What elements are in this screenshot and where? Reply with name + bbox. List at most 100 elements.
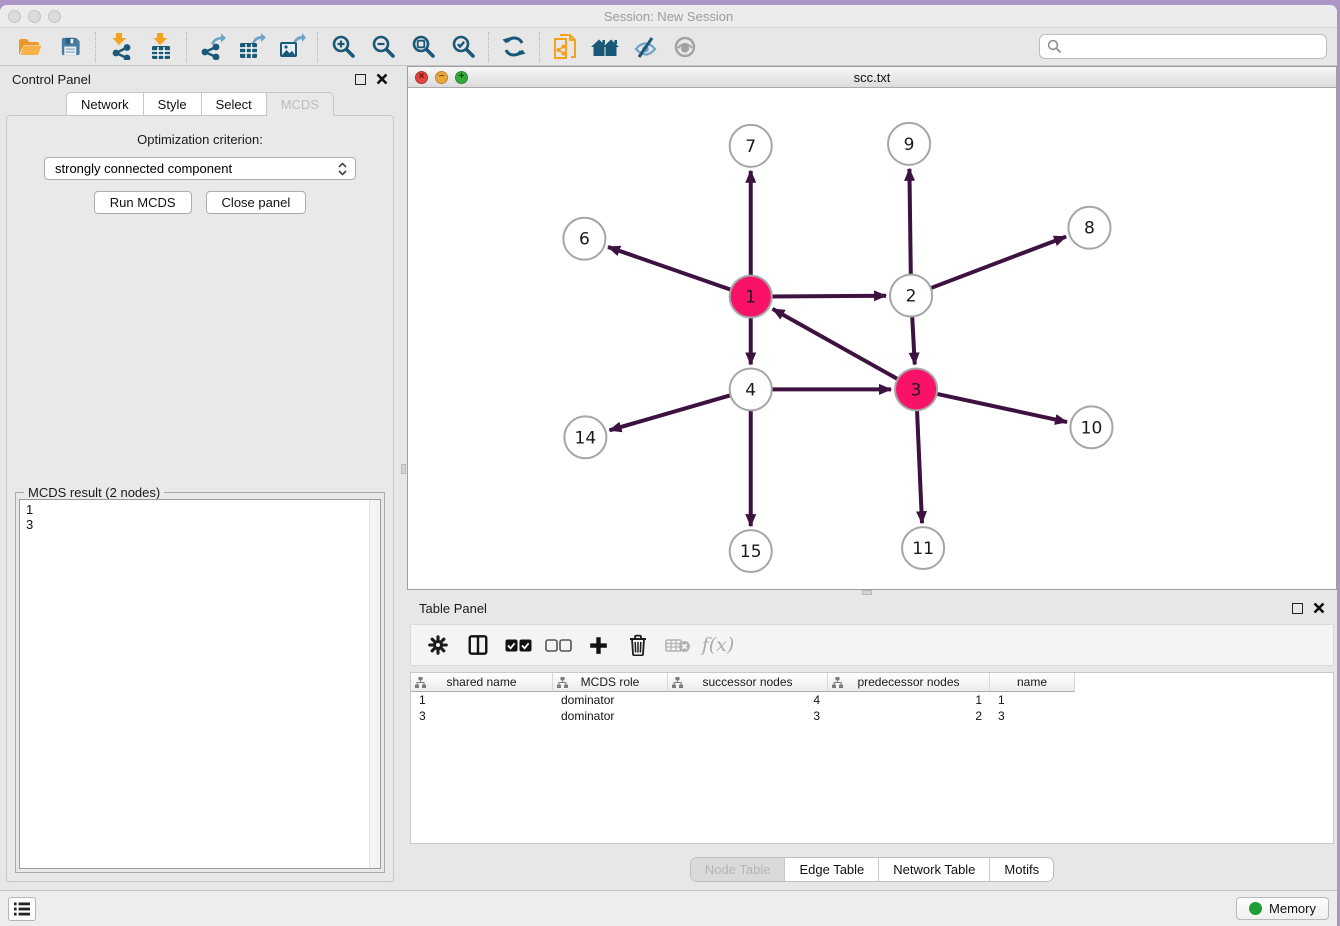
column-header-predecessor-nodes[interactable]: predecessor nodes <box>828 673 990 692</box>
hide-selected-button[interactable] <box>625 31 665 63</box>
table-row[interactable]: 3dominator323 <box>411 708 1333 724</box>
zoom-fit-button[interactable] <box>403 31 443 63</box>
network-canvas[interactable]: 7 9 6 8 1 2 4 3 14 10 15 11 <box>408 88 1336 589</box>
graph-edge-2-9[interactable] <box>909 169 910 277</box>
graph-edge-1-2[interactable] <box>770 296 886 297</box>
close-table-panel-icon[interactable] <box>1313 602 1325 614</box>
splitter-grip[interactable] <box>862 590 872 595</box>
save-session-button[interactable] <box>50 31 90 63</box>
graph-edge-3-11[interactable] <box>917 408 922 523</box>
column-header-mcds-role[interactable]: MCDS role <box>553 673 668 692</box>
tab-network-table[interactable]: Network Table <box>878 858 989 881</box>
zoom-in-button[interactable] <box>323 31 363 63</box>
tab-node-table[interactable]: Node Table <box>691 858 785 881</box>
delete-table-button[interactable] <box>663 630 693 660</box>
tab-motifs[interactable]: Motifs <box>989 858 1053 881</box>
export-table-button[interactable] <box>232 31 272 63</box>
graph-node-8[interactable]: 8 <box>1068 207 1110 249</box>
tab-select[interactable]: Select <box>202 92 267 116</box>
show-columns-button[interactable] <box>463 630 493 660</box>
graph-node-3[interactable]: 3 <box>895 368 937 410</box>
graph-edge-2-3[interactable] <box>912 315 915 365</box>
table-cell[interactable]: 2 <box>828 709 990 723</box>
tab-network[interactable]: Network <box>66 92 144 116</box>
zoom-out-button[interactable] <box>363 31 403 63</box>
network-graph[interactable]: 7 9 6 8 1 2 4 3 14 10 15 11 <box>408 88 1336 589</box>
table-cell[interactable]: 1 <box>411 693 553 707</box>
criterion-select[interactable]: strongly connected component <box>44 157 356 180</box>
graph-node-2[interactable]: 2 <box>890 275 932 317</box>
search-field[interactable] <box>1039 34 1327 59</box>
graph-edge-4-14[interactable] <box>609 395 732 431</box>
horizontal-splitter[interactable] <box>407 590 1337 595</box>
memory-label: Memory <box>1269 901 1316 916</box>
table-cell[interactable]: dominator <box>553 709 668 723</box>
graph-node-10[interactable]: 10 <box>1070 406 1112 448</box>
first-neighbors-button[interactable] <box>585 31 625 63</box>
table-settings-button[interactable] <box>423 630 453 660</box>
task-history-button[interactable] <box>8 897 36 921</box>
select-all-columns-button[interactable] <box>503 630 533 660</box>
delete-column-button[interactable] <box>623 630 653 660</box>
graph-node-6[interactable]: 6 <box>563 218 605 260</box>
zoom-selected-button[interactable] <box>443 31 483 63</box>
network-maximize-button[interactable]: + <box>455 71 468 84</box>
deselect-all-columns-button[interactable] <box>543 630 573 660</box>
graph-edge-1-6[interactable] <box>608 247 733 290</box>
table-cell[interactable]: 3 <box>411 709 553 723</box>
tab-edge-table[interactable]: Edge Table <box>784 858 878 881</box>
export-network-button[interactable] <box>192 31 232 63</box>
table-cell[interactable]: 1 <box>990 693 1075 707</box>
import-table-button[interactable] <box>141 31 181 63</box>
run-mcds-button[interactable]: Run MCDS <box>94 191 192 214</box>
node-table: shared nameMCDS rolesuccessor nodesprede… <box>410 672 1334 844</box>
search-input[interactable] <box>1062 39 1319 54</box>
column-header-successor-nodes[interactable]: successor nodes <box>668 673 828 692</box>
function-builder-button[interactable]: f(x) <box>703 630 733 660</box>
graph-edge-3-1[interactable] <box>773 309 900 380</box>
close-window-button[interactable] <box>8 10 21 23</box>
table-row[interactable]: 1dominator411 <box>411 692 1333 708</box>
float-table-panel-icon[interactable] <box>1292 603 1303 614</box>
show-all-button[interactable] <box>665 31 705 63</box>
splitter-grip[interactable] <box>401 464 406 474</box>
mcds-result-text[interactable]: 1 3 <box>19 499 381 869</box>
column-header-shared-name[interactable]: shared name <box>411 673 553 692</box>
table-cell[interactable]: 1 <box>828 693 990 707</box>
graph-edge-2-8[interactable] <box>929 237 1066 289</box>
table-cell[interactable]: 3 <box>668 709 828 723</box>
float-panel-icon[interactable] <box>355 74 366 85</box>
open-session-button[interactable] <box>10 31 50 63</box>
graph-node-4[interactable]: 4 <box>730 368 772 410</box>
graph-edge-3-10[interactable] <box>935 393 1067 422</box>
graph-node-15[interactable]: 15 <box>730 530 772 572</box>
add-column-button[interactable] <box>583 630 613 660</box>
network-minimize-button[interactable]: − <box>435 71 448 84</box>
svg-text:8: 8 <box>1084 219 1095 239</box>
close-panel-button[interactable]: Close panel <box>206 191 307 214</box>
table-cell[interactable]: dominator <box>553 693 668 707</box>
table-cell[interactable]: 3 <box>990 709 1075 723</box>
column-tree-icon <box>415 677 426 688</box>
clone-network-button[interactable] <box>545 31 585 63</box>
tab-style[interactable]: Style <box>144 92 202 116</box>
refresh-view-button[interactable] <box>494 31 534 63</box>
column-header-name[interactable]: name <box>990 673 1075 692</box>
result-scrollbar[interactable] <box>369 500 380 868</box>
graph-node-9[interactable]: 9 <box>888 123 930 165</box>
vertical-splitter[interactable] <box>400 66 407 890</box>
graph-node-11[interactable]: 11 <box>902 527 944 569</box>
import-network-button[interactable] <box>101 31 141 63</box>
tab-mcds[interactable]: MCDS <box>267 92 334 116</box>
close-panel-icon[interactable] <box>376 73 388 85</box>
memory-button[interactable]: Memory <box>1236 897 1329 920</box>
graph-node-7[interactable]: 7 <box>730 125 772 167</box>
export-image-button[interactable] <box>272 31 312 63</box>
network-close-button[interactable]: × <box>415 71 428 84</box>
graph-node-14[interactable]: 14 <box>564 416 606 458</box>
maximize-window-button[interactable] <box>48 10 61 23</box>
minimize-window-button[interactable] <box>28 10 41 23</box>
graph-node-1[interactable]: 1 <box>730 276 772 318</box>
plus-icon <box>588 635 609 656</box>
table-cell[interactable]: 4 <box>668 693 828 707</box>
